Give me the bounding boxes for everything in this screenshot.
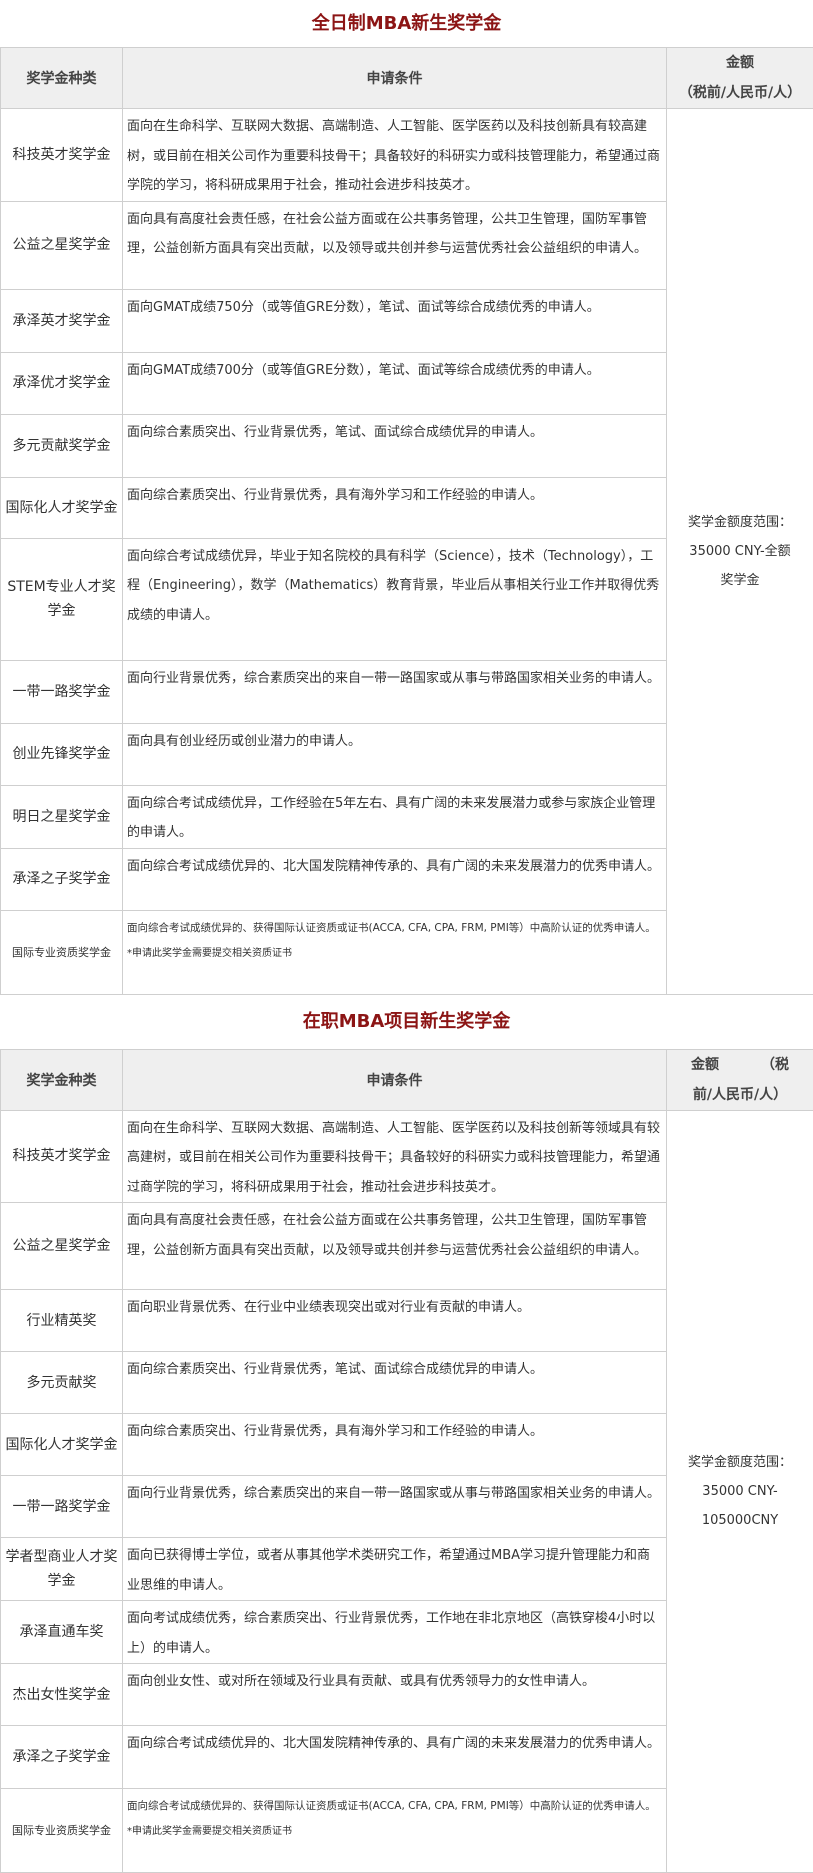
scholarship-name: 多元贡献奖学金 bbox=[1, 414, 123, 477]
scholarship-condition: 面向综合素质突出、行业背景优秀，笔试、面试综合成绩优异的申请人。 bbox=[123, 1352, 667, 1414]
scholarship-condition: 面向考试成绩优秀，综合素质突出、行业背景优秀，工作地在非北京地区（高铁穿梭4小时… bbox=[123, 1601, 667, 1664]
scholarship-condition: 面向综合考试成绩优异的、北大国发院精神传承的、具有广阔的未来发展潜力的优秀申请人… bbox=[123, 1726, 667, 1789]
scholarship-name: 承泽优才奖学金 bbox=[1, 352, 123, 414]
certificate-note: *申请此奖学金需要提交相关资质证书 bbox=[127, 941, 663, 967]
scholarship-name: 承泽英才奖学金 bbox=[1, 289, 123, 352]
scholarship-condition: 面向行业背景优秀，综合素质突出的来自一带一路国家或从事与带路国家相关业务的申请人… bbox=[123, 660, 667, 723]
scholarship-condition: 面向行业背景优秀，综合素质突出的来自一带一路国家或从事与带路国家相关业务的申请人… bbox=[123, 1476, 667, 1538]
scholarship-name: 国际专业资质奖学金 bbox=[1, 910, 123, 994]
scholarship-name: 国际化人才奖学金 bbox=[1, 1414, 123, 1476]
certificate-note: *申请此奖学金需要提交相关资质证书 bbox=[127, 1819, 663, 1845]
scholarship-condition: 面向在生命科学、互联网大数据、高端制造、人工智能、医学医药以及科技创新等领域具有… bbox=[123, 1110, 667, 1203]
header-condition: 申请条件 bbox=[123, 1049, 667, 1110]
scholarship-condition: 面向创业女性、或对所在领域及行业具有贡献、或具有优秀领导力的女性申请人。 bbox=[123, 1664, 667, 1726]
scholarship-name: 科技英才奖学金 bbox=[1, 109, 123, 202]
parttime-scholarship-table: 奖学金种类 申请条件 金额 （税 前/人民币/人） 科技英才奖学金 面向在生命科学… bbox=[0, 1049, 813, 1873]
fulltime-header-row: 奖学金种类 申请条件 金额 （税前/人民币/人） bbox=[1, 48, 813, 109]
scholarship-name: 行业精英奖 bbox=[1, 1290, 123, 1352]
fulltime-scholarship-table: 奖学金种类 申请条件 金额 （税前/人民币/人） 科技英才奖学金 面向在生命科学… bbox=[0, 47, 813, 995]
scholarship-amount: 奖学金额度范围：35000 CNY-105000CNY bbox=[667, 1110, 813, 1873]
scholarship-name: 承泽之子奖学金 bbox=[1, 848, 123, 910]
scholarship-name: STEM专业人才奖学金 bbox=[1, 538, 123, 660]
header-amount-line2: 前/人民币/人） bbox=[667, 1080, 813, 1110]
scholarship-amount: 奖学金额度范围：35000 CNY-全额奖学金 bbox=[667, 109, 813, 995]
fulltime-section-title: 全日制MBA新生奖学金 bbox=[0, 0, 813, 47]
table-row: 科技英才奖学金 面向在生命科学、互联网大数据、高端制造、人工智能、医学医药以及科… bbox=[1, 1110, 813, 1203]
scholarship-condition: 面向职业背景优秀、在行业中业绩表现突出或对行业有贡献的申请人。 bbox=[123, 1290, 667, 1352]
header-amount: 金额 （税 前/人民币/人） bbox=[667, 1049, 813, 1110]
scholarship-condition: 面向综合考试成绩优异的、获得国际认证资质或证书(ACCA, CFA, CPA, … bbox=[123, 910, 667, 994]
scholarship-name: 国际化人才奖学金 bbox=[1, 477, 123, 538]
scholarship-name: 多元贡献奖 bbox=[1, 1352, 123, 1414]
header-amount-line1: 金额 bbox=[667, 48, 813, 78]
parttime-header-row: 奖学金种类 申请条件 金额 （税 前/人民币/人） bbox=[1, 1049, 813, 1110]
scholarship-condition: 面向具有创业经历或创业潜力的申请人。 bbox=[123, 723, 667, 785]
scholarship-condition-text: 面向综合考试成绩优异的、获得国际认证资质或证书(ACCA, CFA, CPA, … bbox=[127, 1800, 656, 1812]
header-amount-line1: 金额 （税 bbox=[667, 1050, 813, 1080]
scholarship-name: 国际专业资质奖学金 bbox=[1, 1789, 123, 1873]
scholarship-name: 一带一路奖学金 bbox=[1, 660, 123, 723]
scholarship-condition: 面向已获得博士学位，或者从事其他学术类研究工作，希望通过MBA学习提升管理能力和… bbox=[123, 1538, 667, 1601]
scholarship-name: 创业先锋奖学金 bbox=[1, 723, 123, 785]
scholarship-page: 全日制MBA新生奖学金 奖学金种类 申请条件 金额 （税前/人民币/人） 科技英… bbox=[0, 0, 813, 1873]
scholarship-condition: 面向在生命科学、互联网大数据、高端制造、人工智能、医学医药以及科技创新具有较高建… bbox=[123, 109, 667, 202]
scholarship-name: 杰出女性奖学金 bbox=[1, 1664, 123, 1726]
scholarship-name: 公益之星奖学金 bbox=[1, 1203, 123, 1290]
scholarship-condition: 面向综合考试成绩优异的、北大国发院精神传承的、具有广阔的未来发展潜力的优秀申请人… bbox=[123, 848, 667, 910]
header-amount: 金额 （税前/人民币/人） bbox=[667, 48, 813, 109]
scholarship-condition: 面向综合考试成绩优异，毕业于知名院校的具有科学（Science），技术（Tech… bbox=[123, 538, 667, 660]
scholarship-name: 一带一路奖学金 bbox=[1, 1476, 123, 1538]
header-condition: 申请条件 bbox=[123, 48, 667, 109]
scholarship-condition-text: 面向综合考试成绩优异的、获得国际认证资质或证书(ACCA, CFA, CPA, … bbox=[127, 922, 656, 934]
scholarship-condition: 面向综合素质突出、行业背景优秀，具有海外学习和工作经验的申请人。 bbox=[123, 1414, 667, 1476]
scholarship-condition: 面向综合素质突出、行业背景优秀，笔试、面试综合成绩优异的申请人。 bbox=[123, 414, 667, 477]
scholarship-condition: 面向综合考试成绩优异，工作经验在5年左右、具有广阔的未来发展潜力或参与家族企业管… bbox=[123, 785, 667, 848]
scholarship-condition: 面向综合考试成绩优异的、获得国际认证资质或证书(ACCA, CFA, CPA, … bbox=[123, 1789, 667, 1873]
table-row: 科技英才奖学金 面向在生命科学、互联网大数据、高端制造、人工智能、医学医药以及科… bbox=[1, 109, 813, 202]
scholarship-condition: 面向具有高度社会责任感，在社会公益方面或在公共事务管理，公共卫生管理，国防军事管… bbox=[123, 201, 667, 289]
scholarship-name: 承泽直通车奖 bbox=[1, 1601, 123, 1664]
scholarship-name: 学者型商业人才奖学金 bbox=[1, 1538, 123, 1601]
scholarship-name: 公益之星奖学金 bbox=[1, 201, 123, 289]
header-amount-label-tail: （税 bbox=[761, 1057, 789, 1073]
scholarship-condition: 面向具有高度社会责任感，在社会公益方面或在公共事务管理，公共卫生管理，国防军事管… bbox=[123, 1203, 667, 1290]
scholarship-condition: 面向GMAT成绩750分（或等值GRE分数），笔试、面试等综合成绩优秀的申请人。 bbox=[123, 289, 667, 352]
header-type: 奖学金种类 bbox=[1, 1049, 123, 1110]
parttime-section-title: 在职MBA项目新生奖学金 bbox=[0, 995, 813, 1049]
scholarship-name: 科技英才奖学金 bbox=[1, 1110, 123, 1203]
header-amount-line2: （税前/人民币/人） bbox=[667, 78, 813, 108]
scholarship-name: 承泽之子奖学金 bbox=[1, 1726, 123, 1789]
scholarship-name: 明日之星奖学金 bbox=[1, 785, 123, 848]
header-type: 奖学金种类 bbox=[1, 48, 123, 109]
scholarship-condition: 面向综合素质突出、行业背景优秀，具有海外学习和工作经验的申请人。 bbox=[123, 477, 667, 538]
header-amount-label: 金额 bbox=[691, 1057, 719, 1073]
scholarship-condition: 面向GMAT成绩700分（或等值GRE分数），笔试、面试等综合成绩优秀的申请人。 bbox=[123, 352, 667, 414]
